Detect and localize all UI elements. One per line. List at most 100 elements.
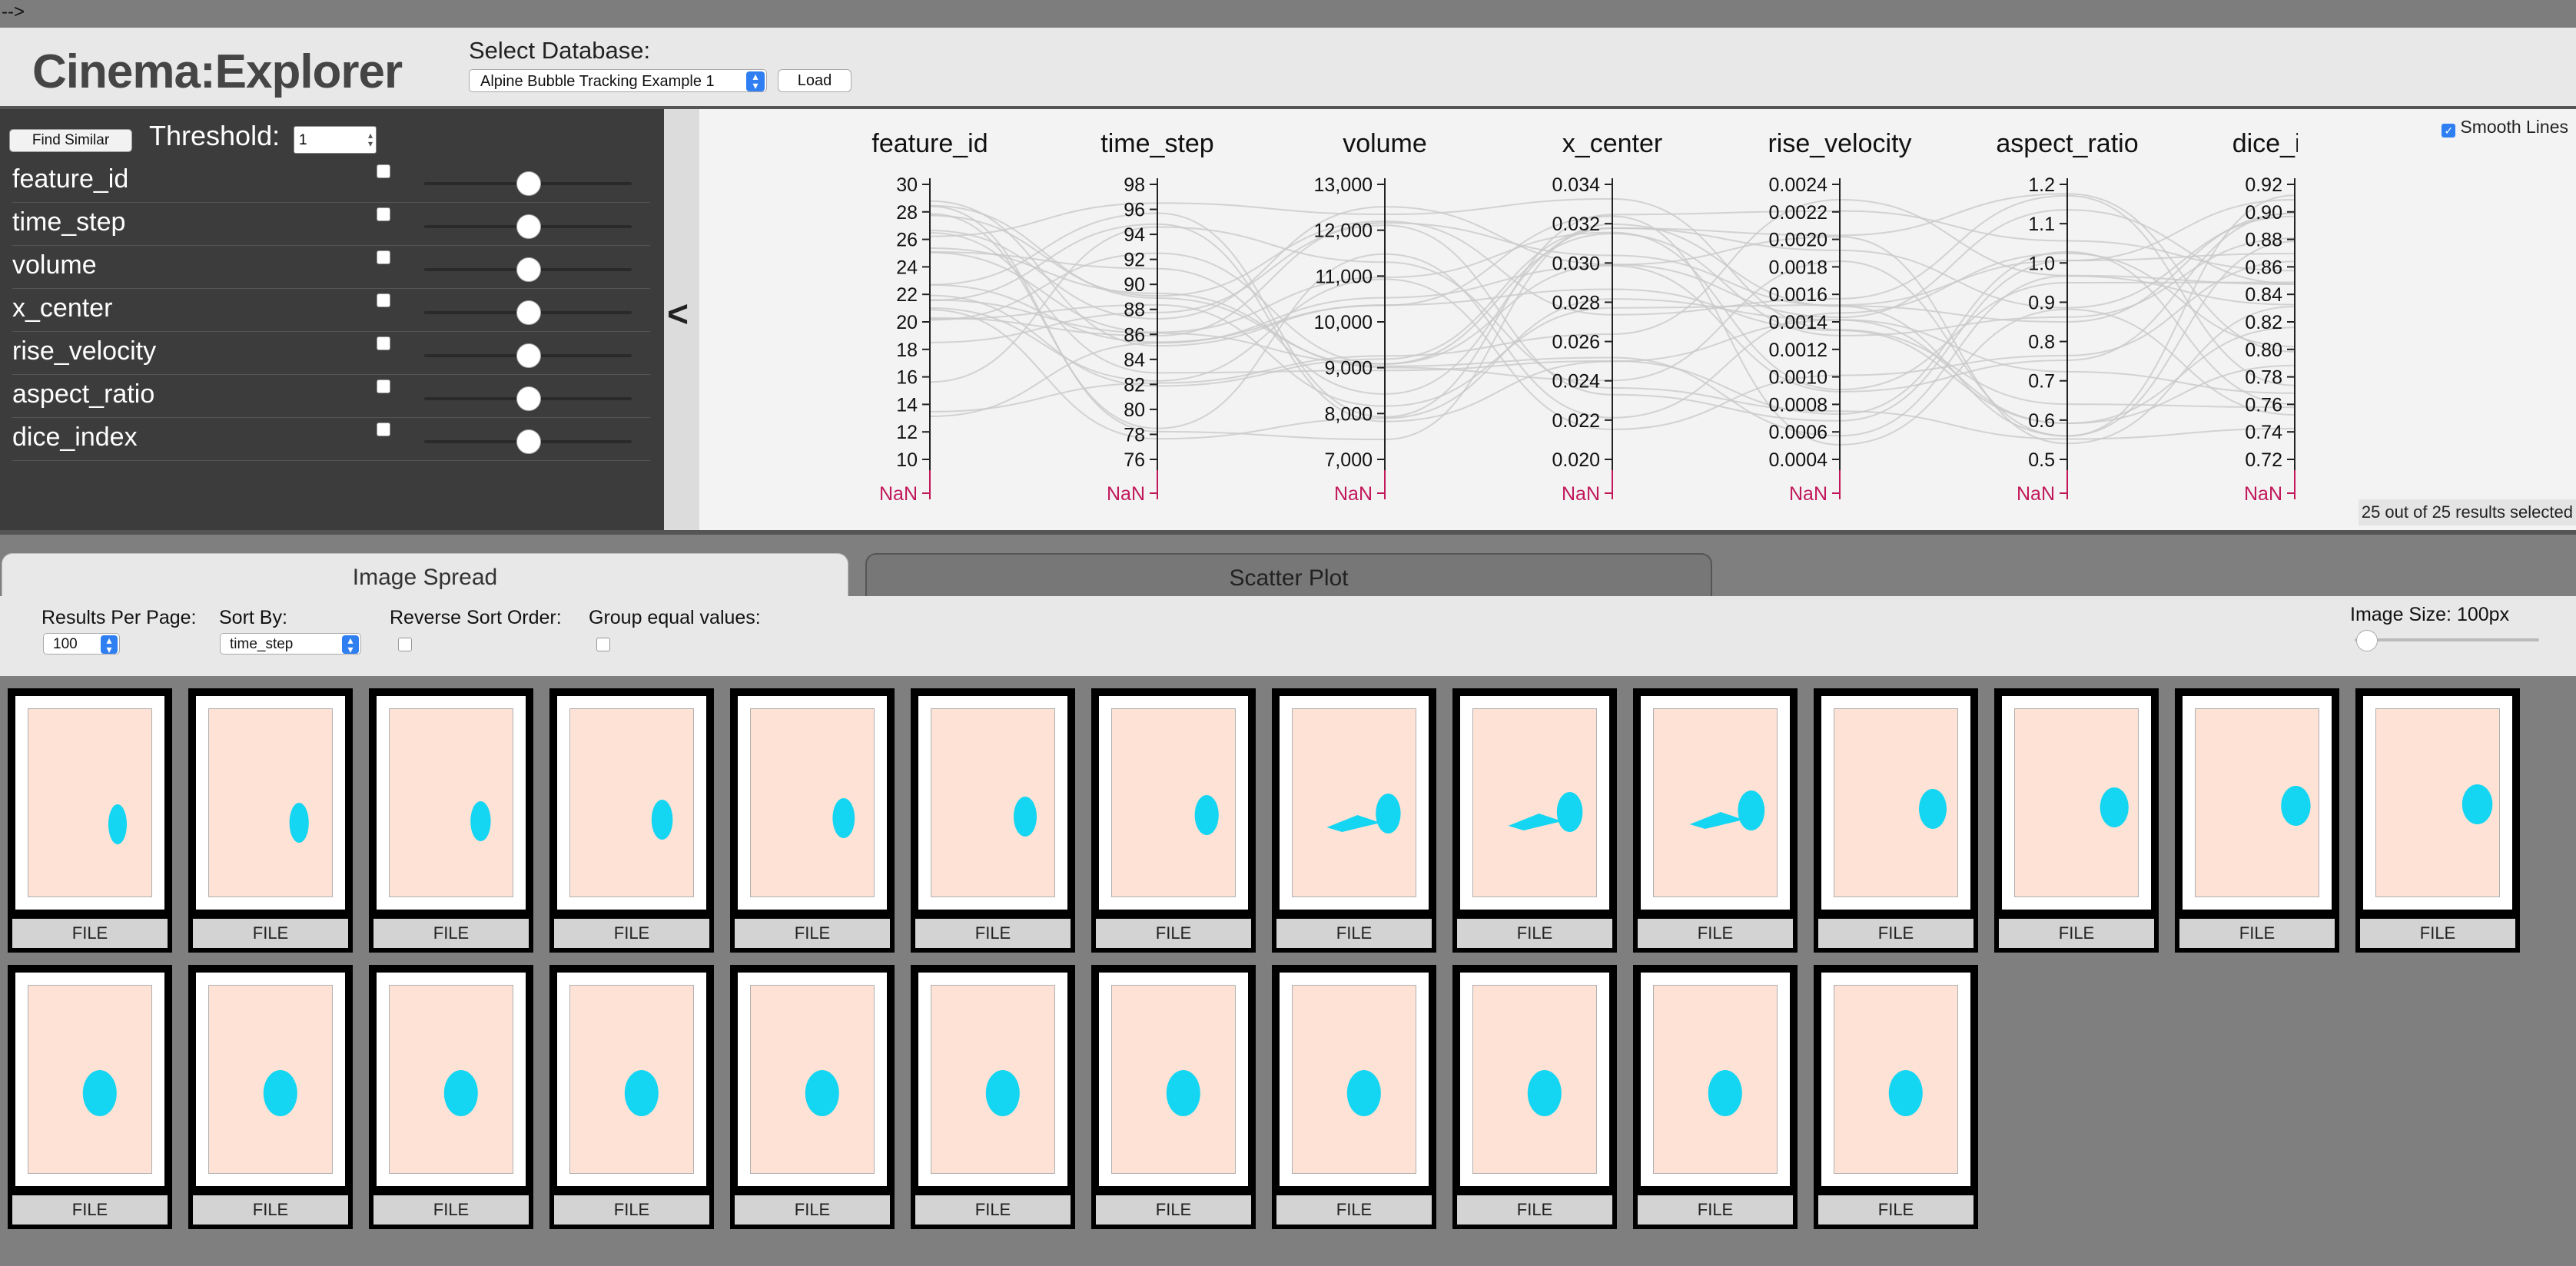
axis-tick-label: 1.2 [2028,174,2055,196]
sort-by-select[interactable]: time_step ▴ ▾ [220,633,361,655]
feature-weight-slider-thumb[interactable] [516,171,541,196]
result-card[interactable]: FILE [1994,688,2159,953]
feature-weight-slider-thumb[interactable] [516,343,541,368]
result-card[interactable]: FILE [1814,965,1978,1229]
results-per-page-select[interactable]: 100 ▴ ▾ [43,633,120,655]
result-card[interactable]: FILE [730,965,895,1229]
result-card[interactable]: FILE [1091,965,1256,1229]
bubble-thumbnail [28,708,152,897]
database-select[interactable]: Alpine Bubble Tracking Example 1 ▴ ▾ [469,69,767,92]
bubble-shape [1376,794,1401,834]
file-label: FILE [915,919,1071,948]
feature-checkbox[interactable] [377,293,390,307]
image-size-slider[interactable] [2355,638,2539,641]
feature-weight-slider-thumb[interactable] [516,300,541,325]
chevron-left-icon: < [667,294,689,335]
bubble-shape [108,804,127,844]
app-header: Cinema:Explorer Select Database: Alpine … [0,28,2576,109]
smooth-lines-toggle[interactable]: ✓ Smooth Lines [2442,117,2568,138]
thumbnail-frame [1641,696,1790,910]
feature-weight-slider-thumb[interactable] [516,214,541,239]
result-card[interactable]: FILE [549,965,714,1229]
image-spread-controls: Results Per Page: 100 ▴ ▾ Sort By: time_s… [0,596,2576,676]
feature-weight-slider-thumb[interactable] [516,257,541,282]
axis-tick-label: 12,000 [1314,220,1373,242]
axis-tick-label: 30 [896,174,918,196]
result-card[interactable]: FILE [1272,965,1436,1229]
tab-scatter-plot[interactable]: Scatter Plot [865,553,1712,601]
file-label: FILE [193,919,348,948]
feature-checkbox[interactable] [377,336,390,350]
threshold-input[interactable]: 1 ▴ ▾ [294,126,377,154]
bubble-thumbnail-image [805,1070,839,1116]
bubble-thumbnail-image [624,1070,659,1116]
database-select-value: Alpine Bubble Tracking Example 1 [480,73,715,90]
bubble-shape [1527,1070,1562,1116]
feature-checkbox[interactable] [377,423,390,436]
thumbnail-frame [1460,696,1609,910]
result-card[interactable]: FILE [2175,688,2339,953]
feature-checkbox[interactable] [377,164,390,178]
result-card[interactable]: FILE [369,965,533,1229]
axis-tick-label: 0.6 [2028,410,2055,432]
result-card[interactable]: FILE [369,688,533,953]
bubble-shape [1346,1070,1381,1116]
feature-row-dice_index: dice_index [0,418,653,461]
checkbox-checked-icon[interactable]: ✓ [2442,124,2456,138]
thumbnail-frame [2183,696,2332,910]
axis-tick-label: 10 [896,449,918,471]
database-label: Select Database: [469,37,651,64]
nan-label: NaN [1107,483,1145,505]
result-card[interactable]: FILE [1452,965,1617,1229]
result-card[interactable]: FILE [188,965,353,1229]
tab-image-spread[interactable]: Image Spread [2,553,848,601]
result-card[interactable]: FILE [911,965,1075,1229]
result-card[interactable]: FILE [8,688,172,953]
file-label: FILE [1638,919,1793,948]
axis-title-dice_index: dice_index [2232,129,2298,158]
reverse-sort-checkbox[interactable] [398,638,412,651]
result-card[interactable]: FILE [2355,688,2520,953]
result-card[interactable]: FILE [730,688,895,953]
bubble-tail-shape [1508,814,1562,830]
group-equal-checkbox[interactable] [596,638,610,651]
feature-name: feature_id [12,164,129,194]
result-card[interactable]: FILE [1452,688,1617,953]
bubble-shape [2281,786,2311,826]
collapse-panel-button[interactable]: < [664,109,699,530]
result-card[interactable]: FILE [1272,688,1436,953]
result-card[interactable]: FILE [549,688,714,953]
spinner-icon[interactable]: ▴ ▾ [368,131,373,148]
load-button[interactable]: Load [778,69,851,92]
result-card[interactable]: FILE [911,688,1075,953]
parallel-coordinates-chart[interactable]: feature_id 30 28 26 24 22 20 18 16 14 12 10 NaN time_… [699,109,2298,530]
axis-tick-label: 0.0018 [1769,257,1827,278]
bubble-thumbnail [1111,708,1236,897]
select-arrows-icon: ▴ ▾ [342,635,359,655]
bubble-shape [985,1070,1020,1116]
axis-tick-label: 94 [1124,224,1145,246]
axis-tick-label: 0.024 [1552,371,1600,393]
axis-tick-label: 0.72 [2245,449,2282,471]
bubble-shape [624,1070,659,1116]
axis-tick-label: 0.8 [2028,332,2055,353]
bubble-shape [1888,1070,1923,1116]
image-size-slider-thumb[interactable] [2356,630,2378,651]
result-card[interactable]: FILE [1633,965,1798,1229]
feature-weight-slider-thumb[interactable] [516,429,541,454]
result-card[interactable]: FILE [1814,688,1978,953]
result-card[interactable]: FILE [8,965,172,1229]
result-card[interactable]: FILE [1633,688,1798,953]
feature-checkbox[interactable] [377,379,390,393]
feature-weight-slider-thumb[interactable] [516,386,541,411]
axis-tick-label: 0.026 [1552,332,1600,353]
bubble-thumbnail [569,708,694,897]
feature-checkbox[interactable] [377,250,390,264]
thumbnail-frame [15,696,164,910]
feature-checkbox[interactable] [377,207,390,221]
result-card[interactable]: FILE [1091,688,1256,953]
thumbnail-frame [2363,696,2512,910]
bubble-thumbnail [1111,985,1236,1174]
result-card[interactable]: FILE [188,688,353,953]
find-similar-button[interactable]: Find Similar [9,129,132,152]
